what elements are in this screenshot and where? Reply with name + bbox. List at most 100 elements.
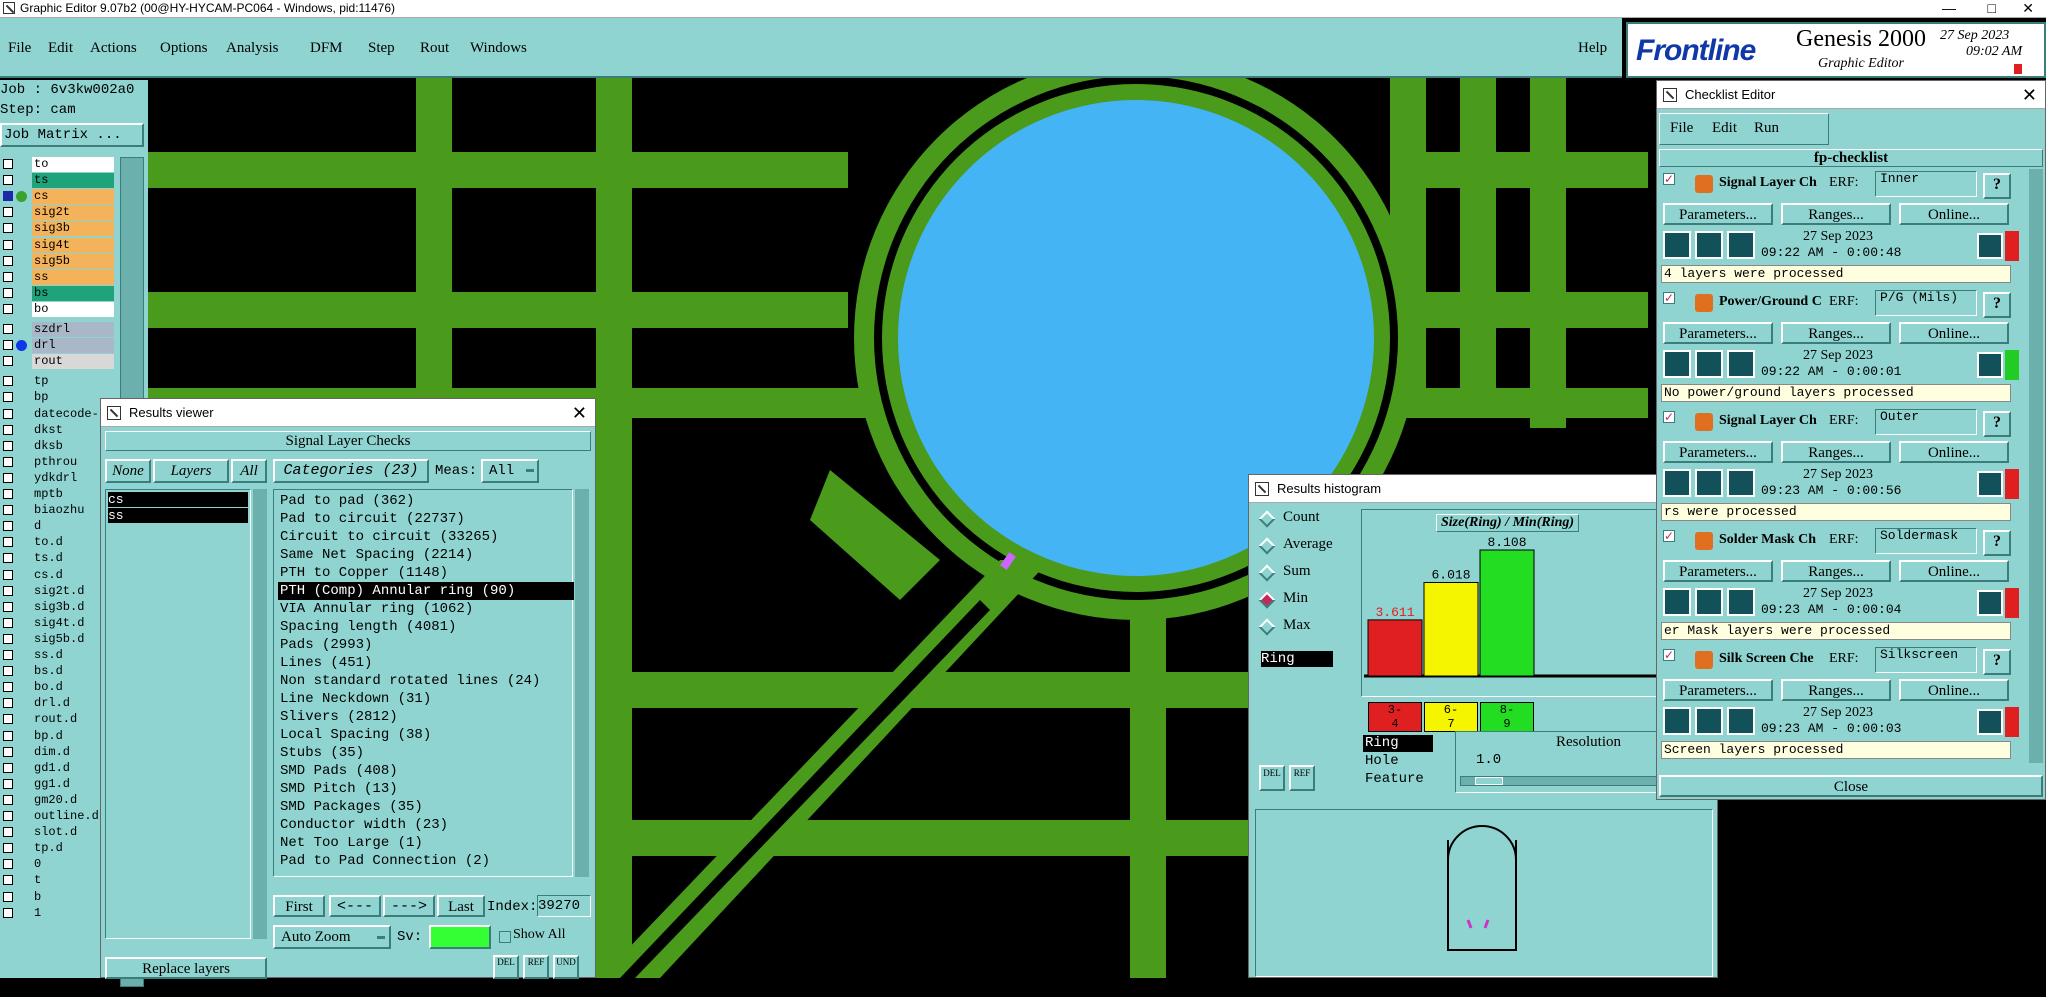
menu-help[interactable]: Help [1578, 40, 1607, 57]
replace-layers-dropdown[interactable]: Replace layers [105, 957, 267, 979]
category-item[interactable]: Slivers (2812) [278, 708, 574, 726]
layer-checkbox[interactable] [3, 843, 13, 854]
layer-row[interactable]: cs [0, 189, 116, 205]
radio-icon[interactable] [1258, 591, 1276, 609]
layer-row[interactable]: sig3b [0, 221, 116, 237]
category-item[interactable]: PTH to Copper (1148) [278, 564, 574, 582]
zoom-icon[interactable] [1977, 471, 2003, 497]
parameters-button[interactable]: Parameters... [1663, 679, 1773, 701]
layer-checkbox[interactable] [3, 159, 13, 169]
meas-dropdown[interactable]: All [481, 459, 539, 483]
histogram-list-item[interactable]: Ring [1261, 651, 1333, 667]
layer-checkbox[interactable] [3, 424, 13, 435]
layer-row[interactable]: ydkdrl [0, 470, 116, 486]
layer-row[interactable]: datecode- [0, 406, 116, 422]
layer-checkbox[interactable] [3, 271, 13, 282]
layer-row[interactable]: ss [0, 269, 116, 285]
radio-icon[interactable] [1258, 618, 1276, 636]
parameters-button[interactable]: Parameters... [1663, 322, 1773, 344]
run-icon[interactable] [1727, 588, 1755, 616]
online-button[interactable]: Online... [1899, 560, 2009, 582]
none-button[interactable]: None [105, 459, 151, 483]
layer-row[interactable]: drl [0, 338, 116, 354]
category-item[interactable]: SMD Pitch (13) [278, 780, 574, 798]
category-item[interactable]: Non standard rotated lines (24) [278, 672, 574, 690]
layer-checkbox[interactable] [3, 859, 13, 870]
ref-button[interactable]: REF [523, 955, 549, 979]
checklist-close-button[interactable]: Close [1659, 775, 2043, 797]
layer-checkbox[interactable] [3, 907, 13, 918]
result-layer-item[interactable]: cs [108, 492, 248, 507]
prev-button[interactable]: <--- [329, 895, 381, 917]
run-icon[interactable] [1663, 231, 1691, 259]
layer-row[interactable]: sig3b.d [0, 599, 116, 615]
del-button[interactable]: DEL [493, 955, 519, 979]
layer-row[interactable]: bs.d [0, 664, 116, 680]
layer-checkbox[interactable] [3, 650, 13, 660]
item-checkbox[interactable]: ✓ [1663, 173, 1675, 185]
layer-row[interactable]: gg1.d [0, 776, 116, 792]
result-layer-item[interactable]: ss [108, 508, 248, 523]
layer-checkbox[interactable] [3, 746, 13, 757]
layer-checkbox[interactable] [3, 827, 13, 838]
run-icon[interactable] [1727, 469, 1755, 497]
layer-row[interactable]: drl.d [0, 696, 116, 712]
zoom-icon[interactable] [1977, 233, 2003, 259]
run-icon[interactable] [1695, 231, 1723, 259]
layer-checkbox[interactable] [3, 472, 13, 483]
checklist-close-icon[interactable]: ✕ [2022, 81, 2037, 109]
help-button[interactable]: ? [1983, 292, 2011, 318]
layer-checkbox[interactable] [3, 223, 13, 234]
auto-zoom-dropdown[interactable]: Auto Zoom [273, 925, 391, 949]
help-button[interactable]: ? [1983, 530, 2011, 556]
layer-row[interactable]: ts.d [0, 551, 116, 567]
run-icon[interactable] [1727, 231, 1755, 259]
checklist-menu-file[interactable]: File [1670, 120, 1693, 137]
results-layer-list[interactable]: cs ss [105, 489, 251, 939]
checklist-menu-edit[interactable]: Edit [1712, 120, 1737, 137]
hist-del-button[interactable]: DEL [1259, 765, 1285, 791]
item-checkbox[interactable]: ✓ [1663, 649, 1675, 661]
layer-checkbox[interactable] [3, 456, 13, 467]
category-item[interactable]: Line Neckdown (31) [278, 690, 574, 708]
menu-file[interactable]: File [8, 40, 31, 57]
run-icon[interactable] [1663, 707, 1691, 735]
layer-row[interactable]: cs.d [0, 567, 116, 583]
run-icon[interactable] [1663, 350, 1691, 378]
radio-icon[interactable] [1258, 564, 1276, 582]
layer-checkbox[interactable] [3, 521, 13, 532]
zoom-icon[interactable] [1977, 352, 2003, 378]
category-item[interactable]: Circuit to circuit (33265) [278, 528, 574, 546]
ranges-button[interactable]: Ranges... [1781, 322, 1891, 344]
layer-checkbox[interactable] [3, 537, 13, 548]
categories-scrollbar[interactable] [575, 489, 589, 877]
all-button[interactable]: All [231, 459, 267, 483]
index-input[interactable]: 39270 [537, 895, 591, 917]
menu-windows[interactable]: Windows [470, 40, 527, 57]
layer-row[interactable]: sig5b.d [0, 631, 116, 647]
layer-row[interactable]: mptb [0, 487, 116, 502]
last-button[interactable]: Last [437, 895, 485, 917]
minimize-button[interactable]: — [1942, 0, 1956, 16]
close-button[interactable]: ✕ [2022, 0, 2034, 16]
category-item[interactable]: Pads (2993) [278, 636, 574, 654]
menu-options[interactable]: Options [160, 40, 208, 57]
histogram-bar[interactable] [1423, 581, 1479, 677]
layer-checkbox[interactable] [3, 891, 13, 902]
layer-checkbox[interactable] [3, 392, 13, 403]
layer-row[interactable]: to.d [0, 535, 116, 551]
run-icon[interactable] [1727, 707, 1755, 735]
layer-checkbox[interactable] [3, 633, 13, 644]
categories-list[interactable]: Pad to pad (362) Pad to circuit (22737) Ci… [273, 489, 574, 877]
menu-step[interactable]: Step [368, 40, 395, 57]
sv-color-dropdown[interactable] [429, 925, 491, 949]
layer-checkbox[interactable] [3, 811, 13, 821]
category-item[interactable]: Net Too Large (1) [278, 834, 574, 852]
layer-row[interactable]: rout.d [0, 712, 116, 728]
layer-row[interactable]: tp [0, 374, 116, 390]
help-button[interactable]: ? [1983, 649, 2011, 675]
maximize-button[interactable]: □ [1988, 0, 1996, 16]
layer-checkbox[interactable] [3, 440, 13, 451]
slider-handle[interactable] [1475, 777, 1503, 785]
item-checkbox[interactable]: ✓ [1663, 530, 1675, 542]
